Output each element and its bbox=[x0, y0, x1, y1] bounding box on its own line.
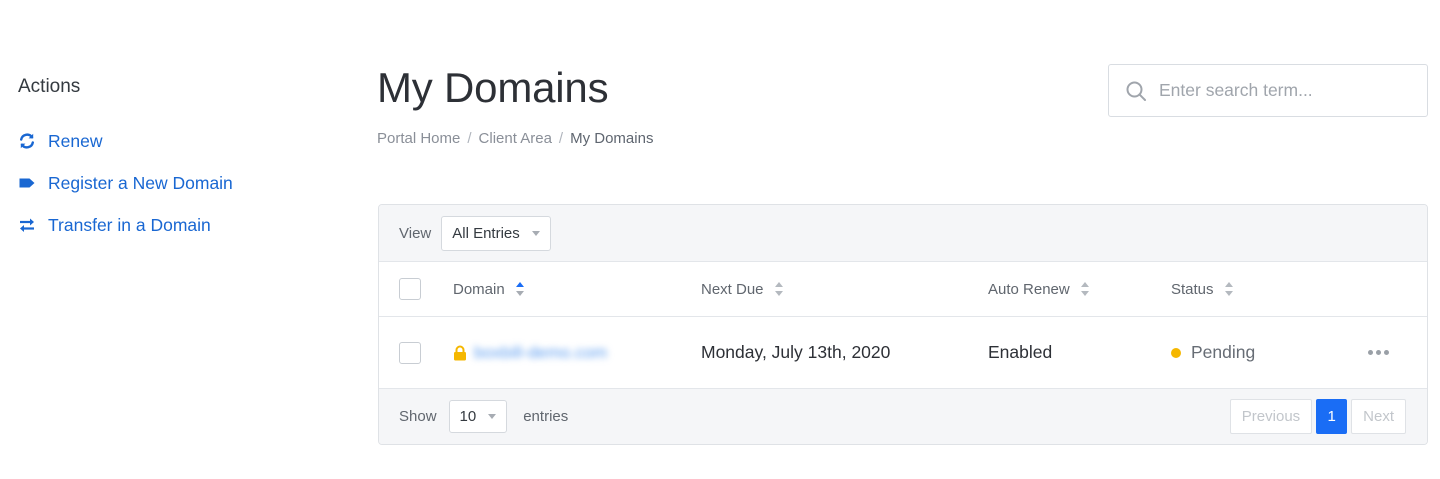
lock-icon bbox=[453, 345, 467, 361]
column-header-next-due[interactable]: Next Due bbox=[701, 262, 784, 316]
page-1-button[interactable]: 1 bbox=[1316, 399, 1348, 434]
sort-ascending-icon bbox=[515, 281, 525, 297]
sidebar-item-label: Transfer in a Domain bbox=[48, 214, 211, 235]
exchange-icon bbox=[18, 216, 36, 234]
header-select-cell bbox=[399, 262, 421, 316]
page-size-value: 10 bbox=[459, 408, 477, 425]
status-cell: Pending bbox=[1171, 317, 1255, 388]
page-title: My Domains bbox=[377, 64, 609, 111]
breadcrumb: Portal Home / Client Area / My Domains bbox=[377, 130, 653, 147]
column-header-label: Auto Renew bbox=[988, 280, 1070, 298]
breadcrumb-separator: / bbox=[467, 130, 472, 147]
column-header-label: Next Due bbox=[701, 280, 764, 298]
sidebar-item-label: Renew bbox=[48, 130, 103, 151]
previous-page-button[interactable]: Previous bbox=[1229, 399, 1313, 434]
view-filter-select[interactable]: All Entries bbox=[441, 215, 551, 251]
domain-cell: boxbill-demo.com bbox=[453, 317, 607, 388]
breadcrumb-portal-home[interactable]: Portal Home bbox=[377, 130, 460, 147]
auto-renew-cell: Enabled bbox=[988, 342, 1053, 362]
view-filter-value: All Entries bbox=[452, 224, 520, 242]
caret-down-icon bbox=[488, 414, 497, 419]
sidebar-item-register-domain[interactable]: Register a New Domain bbox=[18, 162, 318, 204]
view-label: View bbox=[399, 224, 432, 242]
entries-label: entries bbox=[523, 408, 569, 425]
table-toolbar: View All Entries bbox=[379, 205, 1427, 262]
breadcrumb-current: My Domains bbox=[570, 130, 654, 147]
status-dot bbox=[1171, 347, 1181, 358]
column-header-domain[interactable]: Domain bbox=[453, 262, 525, 316]
row-select-cell bbox=[399, 317, 421, 388]
tag-icon bbox=[18, 174, 36, 192]
page-size-select[interactable]: 10 bbox=[448, 400, 508, 433]
select-all-checkbox[interactable] bbox=[399, 278, 421, 300]
sidebar-item-renew[interactable]: Renew bbox=[18, 120, 318, 162]
breadcrumb-separator: / bbox=[558, 130, 564, 147]
pagination: Previous 1 Next bbox=[1229, 399, 1406, 434]
column-header-status[interactable]: Status bbox=[1171, 262, 1234, 316]
domains-table-card: View All Entries Domain Next Due Auto Re… bbox=[378, 204, 1428, 445]
column-header-auto-renew[interactable]: Auto Renew bbox=[988, 262, 1090, 316]
sidebar: Actions Renew Register a New Domain Tran… bbox=[18, 76, 318, 246]
row-checkbox[interactable] bbox=[399, 341, 421, 364]
sort-icon bbox=[1080, 281, 1090, 297]
row-actions-cell bbox=[1364, 317, 1393, 388]
status-text: Pending bbox=[1191, 342, 1256, 362]
sidebar-item-label: Register a New Domain bbox=[48, 172, 233, 193]
breadcrumb-client-area[interactable]: Client Area bbox=[479, 130, 552, 147]
more-options-icon[interactable] bbox=[1364, 346, 1393, 359]
sync-icon bbox=[18, 132, 36, 150]
sidebar-item-transfer-domain[interactable]: Transfer in a Domain bbox=[18, 204, 318, 246]
table-row[interactable]: boxbill-demo.com Monday, July 13th, 2020… bbox=[379, 317, 1427, 389]
table-footer: Show 10 entries Previous 1 Next bbox=[379, 389, 1427, 444]
caret-down-icon bbox=[531, 230, 540, 236]
column-header-label: Domain bbox=[453, 280, 505, 298]
next-page-button[interactable]: Next bbox=[1351, 399, 1406, 434]
sort-icon bbox=[1224, 281, 1234, 297]
column-header-label: Status bbox=[1171, 280, 1214, 298]
search-box bbox=[1108, 64, 1428, 117]
next-due-cell: Monday, July 13th, 2020 bbox=[701, 342, 891, 362]
domain-link[interactable]: boxbill-demo.com bbox=[474, 343, 607, 363]
search-input[interactable] bbox=[1159, 80, 1399, 101]
show-label: Show bbox=[399, 408, 437, 425]
search-icon bbox=[1125, 80, 1147, 102]
sidebar-title: Actions bbox=[18, 76, 81, 97]
table-header: Domain Next Due Auto Renew Status bbox=[379, 262, 1427, 317]
sort-icon bbox=[774, 281, 784, 297]
